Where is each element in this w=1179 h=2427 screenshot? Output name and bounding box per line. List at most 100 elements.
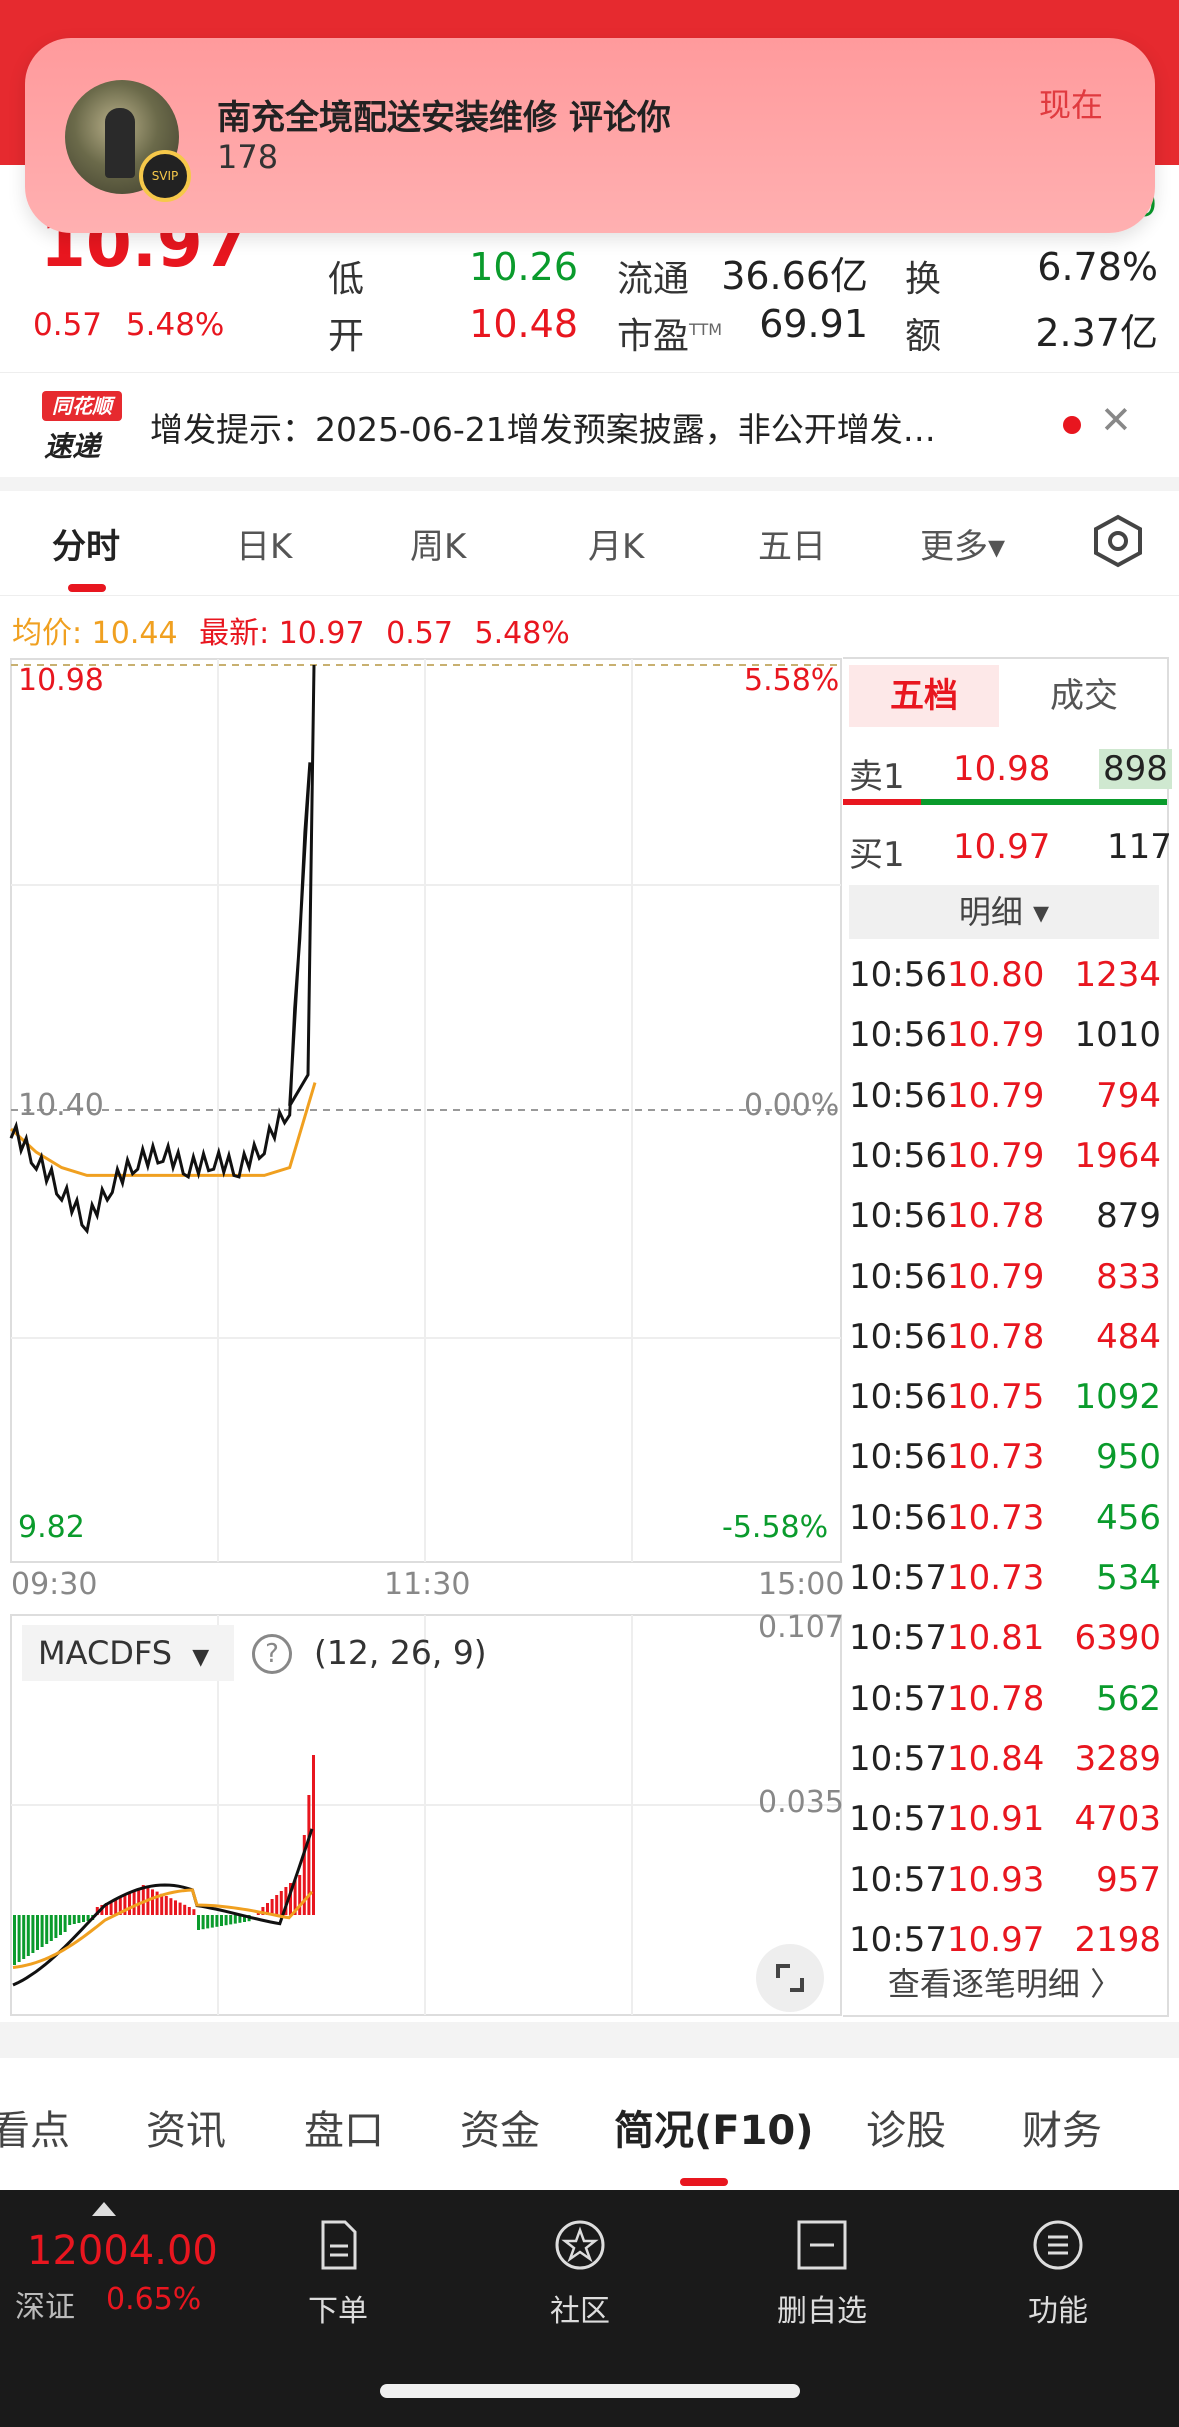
close-icon[interactable]: ✕ [1100,398,1132,442]
tab-news[interactable]: 资讯 [146,2098,226,2156]
tab-market[interactable]: 盘口 [304,2098,384,2156]
unread-dot-icon [1063,416,1081,434]
macd-bar [174,1900,177,1915]
macd-bar [40,1915,44,1947]
macd-bar [220,1915,223,1926]
tab-highlights[interactable]: 看点 [0,2098,70,2156]
tab-trades[interactable]: 成交 [1009,665,1159,727]
tick-time: 10:57 [849,1558,947,1598]
detail-dropdown[interactable]: 明细 ▾ [849,885,1159,939]
macd-bar [31,1915,35,1953]
low-value: 10.26 [469,245,578,289]
tab-five-level[interactable]: 五档 [849,665,999,727]
tick-volume: 562 [1096,1678,1161,1719]
divider [0,2022,1179,2058]
macd-bar [72,1915,76,1924]
tick-time: 10:56 [849,1135,947,1176]
up-arrow-icon[interactable] [92,2202,116,2216]
tick-price: 10.97 [947,1919,1045,1960]
tick-row: 10:56 10.78 879 [849,1196,1165,1256]
avg-price: 均价: 10.44 [12,616,178,651]
intraday-chart[interactable]: 10.98 10.40 9.82 5.58% 0.00% -5.58% 09:3… [0,655,845,2020]
tick-time: 10:57 [849,1618,947,1659]
macd-histogram [13,1755,315,1965]
tab-five-day[interactable]: 五日 [758,519,826,568]
macd-bar [13,1915,16,1965]
pe-value: 69.91 [759,302,868,346]
macd-bar [187,1907,191,1915]
community-button[interactable]: 社区 [510,2208,650,2329]
tick-time: 10:56 [849,1437,947,1478]
turnover-label: 换 [905,259,942,300]
buy1-row: 买1 10.97 117 [849,827,1172,875]
latest-change: 0.57 [386,616,453,651]
tab-profile-f10[interactable]: 简况(F10) [614,2098,814,2156]
home-indicator[interactable] [380,2384,800,2398]
macd-bar [279,1891,283,1915]
tab-weekly-k[interactable]: 周K [410,519,466,568]
tick-price: 10.79 [947,1075,1045,1116]
macd-bar [275,1895,279,1915]
tick-price: 10.73 [947,1497,1045,1538]
tab-diagnosis[interactable]: 诊股 [866,2098,946,2156]
tonghuashun-logo-icon: 同花顺 速递 [38,391,126,463]
macd-bar [183,1904,187,1915]
macd-bar [132,1891,136,1915]
order-book-panel: 五档 成交 卖1 10.98 898 买1 10.97 117 明细 ▾ 10:… [843,657,1172,2017]
macd-bar [312,1755,315,1915]
sell1-row: 卖1 10.98 898 [849,739,1172,799]
macd-bar [215,1915,219,1927]
open-label: 开 [328,316,365,357]
x-axis-start: 09:30 [11,1567,98,1602]
macd-bar [233,1915,237,1924]
macd-bar [164,1896,168,1915]
place-order-button[interactable]: 下单 [268,2208,408,2329]
settings-hexagon-icon[interactable] [1090,513,1146,569]
macd-bar [128,1893,131,1915]
view-all-ticks-link[interactable]: 查看逐笔明细 〉 [843,1959,1167,2005]
tick-volume: 6390 [1074,1618,1161,1659]
tick-row: 10:57 10.84 3289 [849,1739,1165,1799]
notification-banner[interactable]: SVIP 南充全境配送安装维修 评论你 178 现在 [25,38,1155,233]
svip-badge-icon: SVIP [139,150,191,202]
tick-price: 10.80 [947,955,1045,995]
order-book-tabs: 五档 成交 [849,665,1163,729]
tick-volume: 957 [1096,1859,1161,1900]
pct-axis-top: 5.58% [744,663,840,698]
tick-price: 10.73 [947,1558,1045,1598]
functions-button[interactable]: 功能 [988,2208,1128,2329]
tick-volume: 1092 [1074,1377,1161,1418]
tab-funds[interactable]: 资金 [460,2098,540,2156]
macd-bar [68,1915,72,1925]
notification-subtitle: 178 [217,138,279,176]
expand-icon[interactable] [756,1944,824,2012]
tick-volume: 456 [1096,1497,1161,1538]
tab-intraday[interactable]: 分时 [52,519,120,568]
macd-bar [210,1915,214,1928]
price-line [9,664,316,1235]
tick-row: 10:56 10.78 484 [849,1317,1165,1377]
macd-bar [192,1909,196,1915]
tab-more[interactable]: 更多▾ [920,519,1005,568]
tick-volume: 879 [1096,1196,1161,1237]
tick-row: 10:57 10.78 562 [849,1679,1165,1739]
minus-square-icon [797,2220,847,2270]
remove-watchlist-button[interactable]: 删自选 [752,2208,892,2329]
tab-finance[interactable]: 财务 [1022,2098,1102,2156]
tick-time: 10:57 [849,1919,947,1960]
tick-price: 10.78 [947,1316,1045,1357]
news-ticker[interactable]: 同花顺 速递 增发提示：2025-06-21增发预案披露，非公开增发… [0,372,1179,477]
macd-indicator-select[interactable]: MACDFS ▼ [22,1625,234,1681]
tab-monthly-k[interactable]: 月K [588,519,644,568]
index-value[interactable]: 12004.00 [27,2228,218,2274]
info-tabs: 看点 资讯 盘口 资金 简况(F10) 诊股 财务 [0,2058,1179,2190]
macd-bar [54,1915,58,1938]
notification-title: 南充全境配送安装维修 评论你 [217,98,671,138]
help-icon[interactable]: ? [252,1634,292,1674]
tick-row: 10:56 10.80 1234 [849,955,1165,1015]
macd-bar [36,1915,39,1950]
tick-time: 10:56 [849,1316,947,1357]
tab-daily-k[interactable]: 日K [236,519,292,568]
tick-volume: 1010 [1074,1015,1161,1056]
x-axis-mid: 11:30 [384,1567,471,1602]
